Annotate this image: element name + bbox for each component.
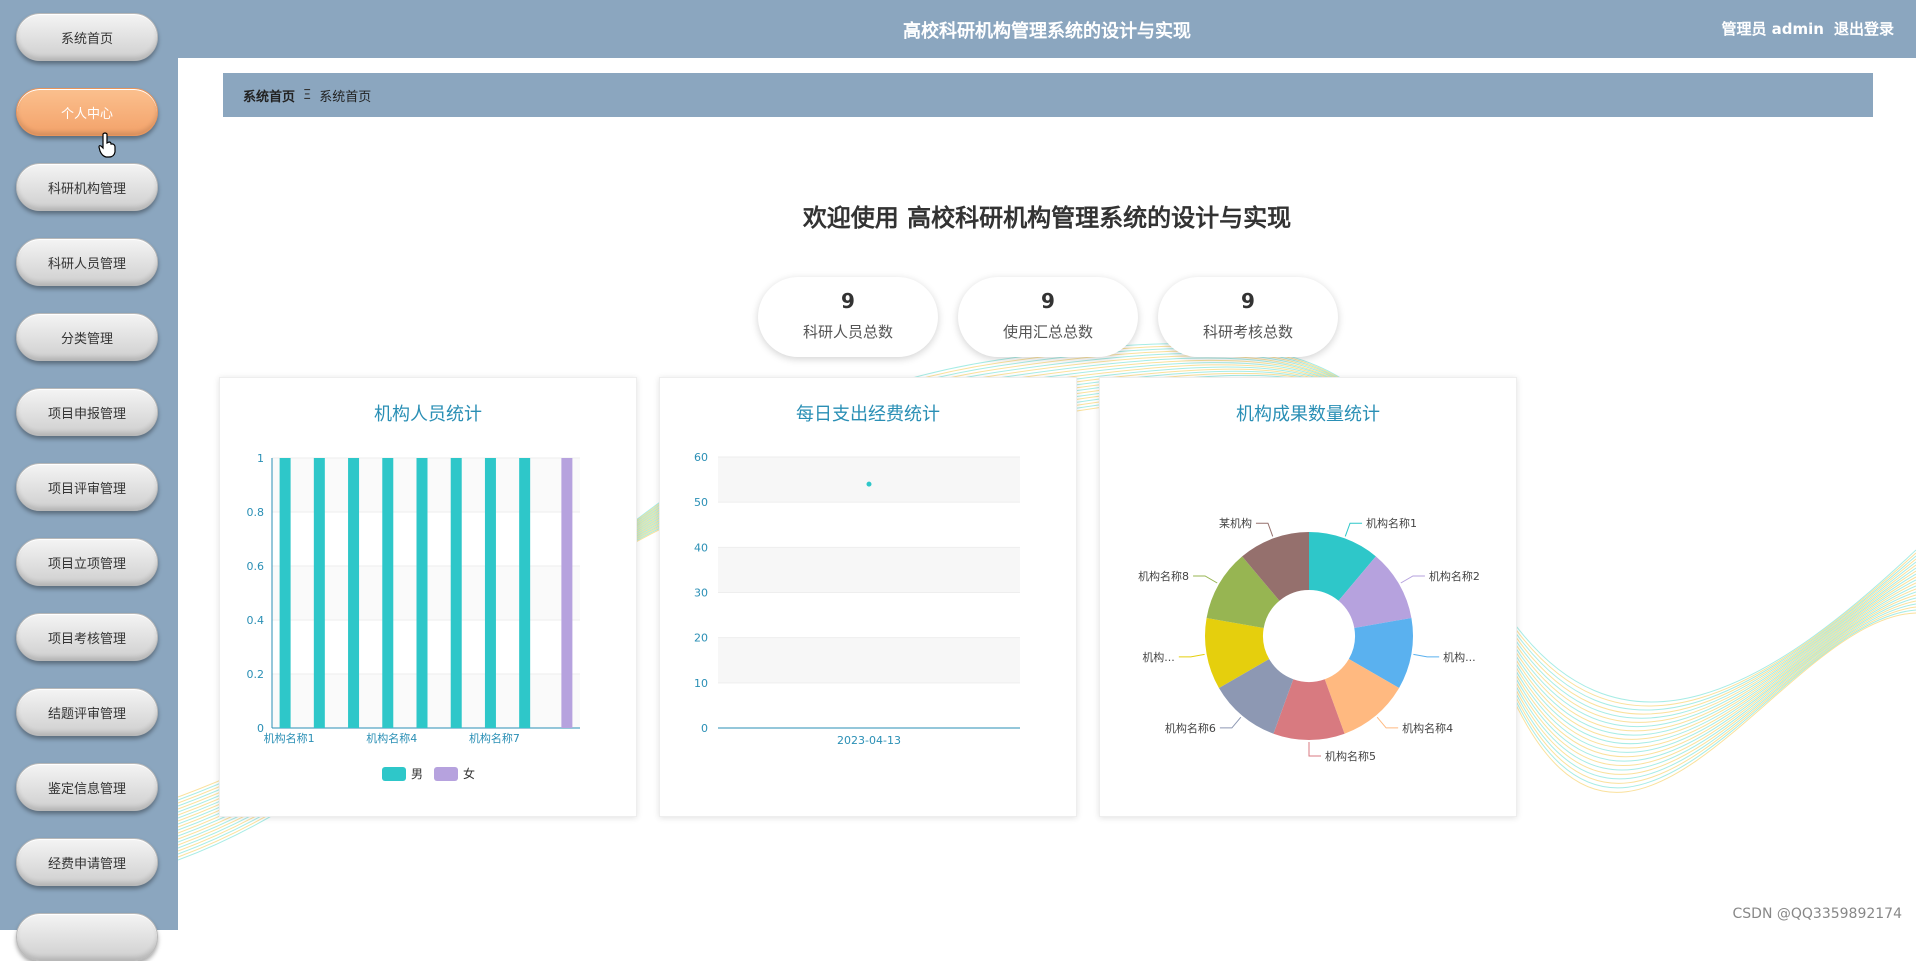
sidebar-item-1[interactable]: 个人中心 — [16, 88, 158, 136]
chart-card-daily-expense: 0 10 20 30 40 50 60 2023-04-13 每日支出经费统计 — [659, 377, 1077, 817]
pie-label-line — [1256, 523, 1273, 536]
watermark: CSDN @QQ3359892174 — [1733, 906, 1902, 922]
stat-card-usage-summary: 9 使用汇总总数 — [958, 277, 1138, 357]
bar-女-8 — [561, 458, 572, 728]
y-tick-label: 0.8 — [247, 506, 265, 519]
stat-value: 9 — [958, 289, 1138, 313]
chart-title: 机构成果数量统计 — [1100, 400, 1516, 426]
stat-value: 9 — [1158, 289, 1338, 313]
bar-男-6 — [485, 458, 496, 728]
sidebar-item-3[interactable]: 科研人员管理 — [16, 238, 158, 286]
app-title: 高校科研机构管理系统的设计与实现 — [178, 17, 1916, 43]
stat-card-assessments: 9 科研考核总数 — [1158, 277, 1338, 357]
pie-label: 机构名称1 — [1366, 516, 1417, 530]
grid-band — [718, 457, 1020, 502]
sidebar-item-2[interactable]: 科研机构管理 — [16, 163, 158, 211]
pie-label: 机构... — [1443, 650, 1476, 664]
pie-label-line — [1309, 742, 1321, 756]
pie-label-line — [1401, 576, 1425, 583]
y-tick-label: 0.2 — [247, 668, 265, 681]
grid-band — [718, 638, 1020, 683]
hand-pointer-icon — [98, 132, 116, 158]
sidebar: 系统首页个人中心科研机构管理科研人员管理分类管理项目申报管理项目评审管理项目立项… — [0, 0, 178, 930]
sidebar-item-0[interactable]: 系统首页 — [16, 13, 158, 61]
legend-swatch[interactable] — [382, 767, 406, 781]
admin-user-label: 管理员 admin — [1721, 18, 1824, 39]
y-tick-label: 1 — [257, 452, 264, 465]
sidebar-item-5[interactable]: 项目申报管理 — [16, 388, 158, 436]
breadcrumb-current: 系统首页 — [319, 86, 371, 105]
bar-男-3 — [382, 458, 393, 728]
y-tick-label: 20 — [694, 632, 708, 645]
y-tick-label: 10 — [694, 677, 708, 690]
stat-card-researchers: 9 科研人员总数 — [758, 277, 938, 357]
sidebar-item-7[interactable]: 项目立项管理 — [16, 538, 158, 586]
bar-男-5 — [451, 458, 462, 728]
pie-label-line — [1179, 654, 1205, 656]
bar-男-4 — [417, 458, 428, 728]
pie-label-line — [1345, 523, 1362, 536]
y-tick-label: 30 — [694, 587, 708, 600]
pie-label: 机构... — [1142, 650, 1175, 664]
legend-label: 女 — [463, 766, 475, 781]
pie-label: 机构名称4 — [1402, 721, 1453, 735]
sidebar-item-9[interactable]: 结题评审管理 — [16, 688, 158, 736]
sidebar-item-11[interactable]: 经费申请管理 — [16, 838, 158, 886]
bar-男-0 — [280, 458, 291, 728]
welcome-heading: 欢迎使用 高校科研机构管理系统的设计与实现 — [178, 198, 1916, 233]
y-tick-label: 50 — [694, 496, 708, 509]
sidebar-item-12[interactable] — [16, 913, 158, 961]
sidebar-item-10[interactable]: 鉴定信息管理 — [16, 763, 158, 811]
pie-label-line — [1413, 654, 1439, 656]
x-tick-label: 2023-04-13 — [837, 734, 901, 747]
x-tick-label: 机构名称1 — [264, 731, 315, 745]
y-tick-label: 0.6 — [247, 560, 265, 573]
y-tick-label: 40 — [694, 541, 708, 554]
bar-男-2 — [348, 458, 359, 728]
legend-swatch[interactable] — [434, 767, 458, 781]
stat-label: 使用汇总总数 — [958, 321, 1138, 342]
pie-label: 机构名称5 — [1325, 749, 1376, 763]
expense-scatter-chart: 0 10 20 30 40 50 60 2023-04-13 — [660, 378, 1078, 818]
stat-value: 9 — [758, 289, 938, 313]
x-tick-label: 机构名称7 — [469, 731, 520, 745]
pie-label-line — [1193, 576, 1217, 583]
breadcrumb-separator-icon: Ξ — [303, 88, 311, 103]
y-tick-label: 0.4 — [247, 614, 265, 627]
bar-男-7 — [519, 458, 530, 728]
staff-bar-chart: 00.20.40.60.81机构名称1机构名称4机构名称7男女 — [220, 378, 638, 818]
bar-男-1 — [314, 458, 325, 728]
grid-band — [718, 547, 1020, 592]
sidebar-item-6[interactable]: 项目评审管理 — [16, 463, 158, 511]
legend-label: 男 — [411, 767, 423, 781]
stat-label: 科研人员总数 — [758, 321, 938, 342]
pie-label-line — [1377, 717, 1398, 728]
pie-label-line — [1220, 717, 1241, 728]
breadcrumb: 系统首页 Ξ 系统首页 — [223, 73, 1873, 117]
breadcrumb-home[interactable]: 系统首页 — [243, 86, 295, 105]
pie-label: 某机构 — [1219, 516, 1252, 530]
top-header: 高校科研机构管理系统的设计与实现 管理员 admin 退出登录 — [178, 0, 1916, 58]
data-point[interactable] — [867, 482, 872, 487]
y-tick-label: 60 — [694, 451, 708, 464]
pie-label: 机构名称8 — [1138, 569, 1189, 583]
sidebar-item-8[interactable]: 项目考核管理 — [16, 613, 158, 661]
stat-label: 科研考核总数 — [1158, 321, 1338, 342]
sidebar-item-4[interactable]: 分类管理 — [16, 313, 158, 361]
chart-card-staff: 00.20.40.60.81机构名称1机构名称4机构名称7男女 机构人员统计 — [219, 377, 637, 817]
pie-label: 机构名称6 — [1165, 721, 1216, 735]
logout-link[interactable]: 退出登录 — [1834, 18, 1894, 39]
x-tick-label: 机构名称4 — [366, 731, 417, 745]
achievement-pie-chart: 机构名称1 机构名称2 机构... 机构名称4 机构名称5 机构名称6 机构... 机构名称8… — [1100, 378, 1518, 818]
header-user-area: 管理员 admin 退出登录 — [1721, 18, 1894, 39]
chart-title: 机构人员统计 — [220, 400, 636, 426]
pie-label: 机构名称2 — [1429, 569, 1480, 583]
chart-title: 每日支出经费统计 — [660, 400, 1076, 426]
chart-card-achievements: 机构名称1 机构名称2 机构... 机构名称4 机构名称5 机构名称6 机构... 机构名称8… — [1099, 377, 1517, 817]
y-tick-label: 0 — [701, 722, 708, 735]
